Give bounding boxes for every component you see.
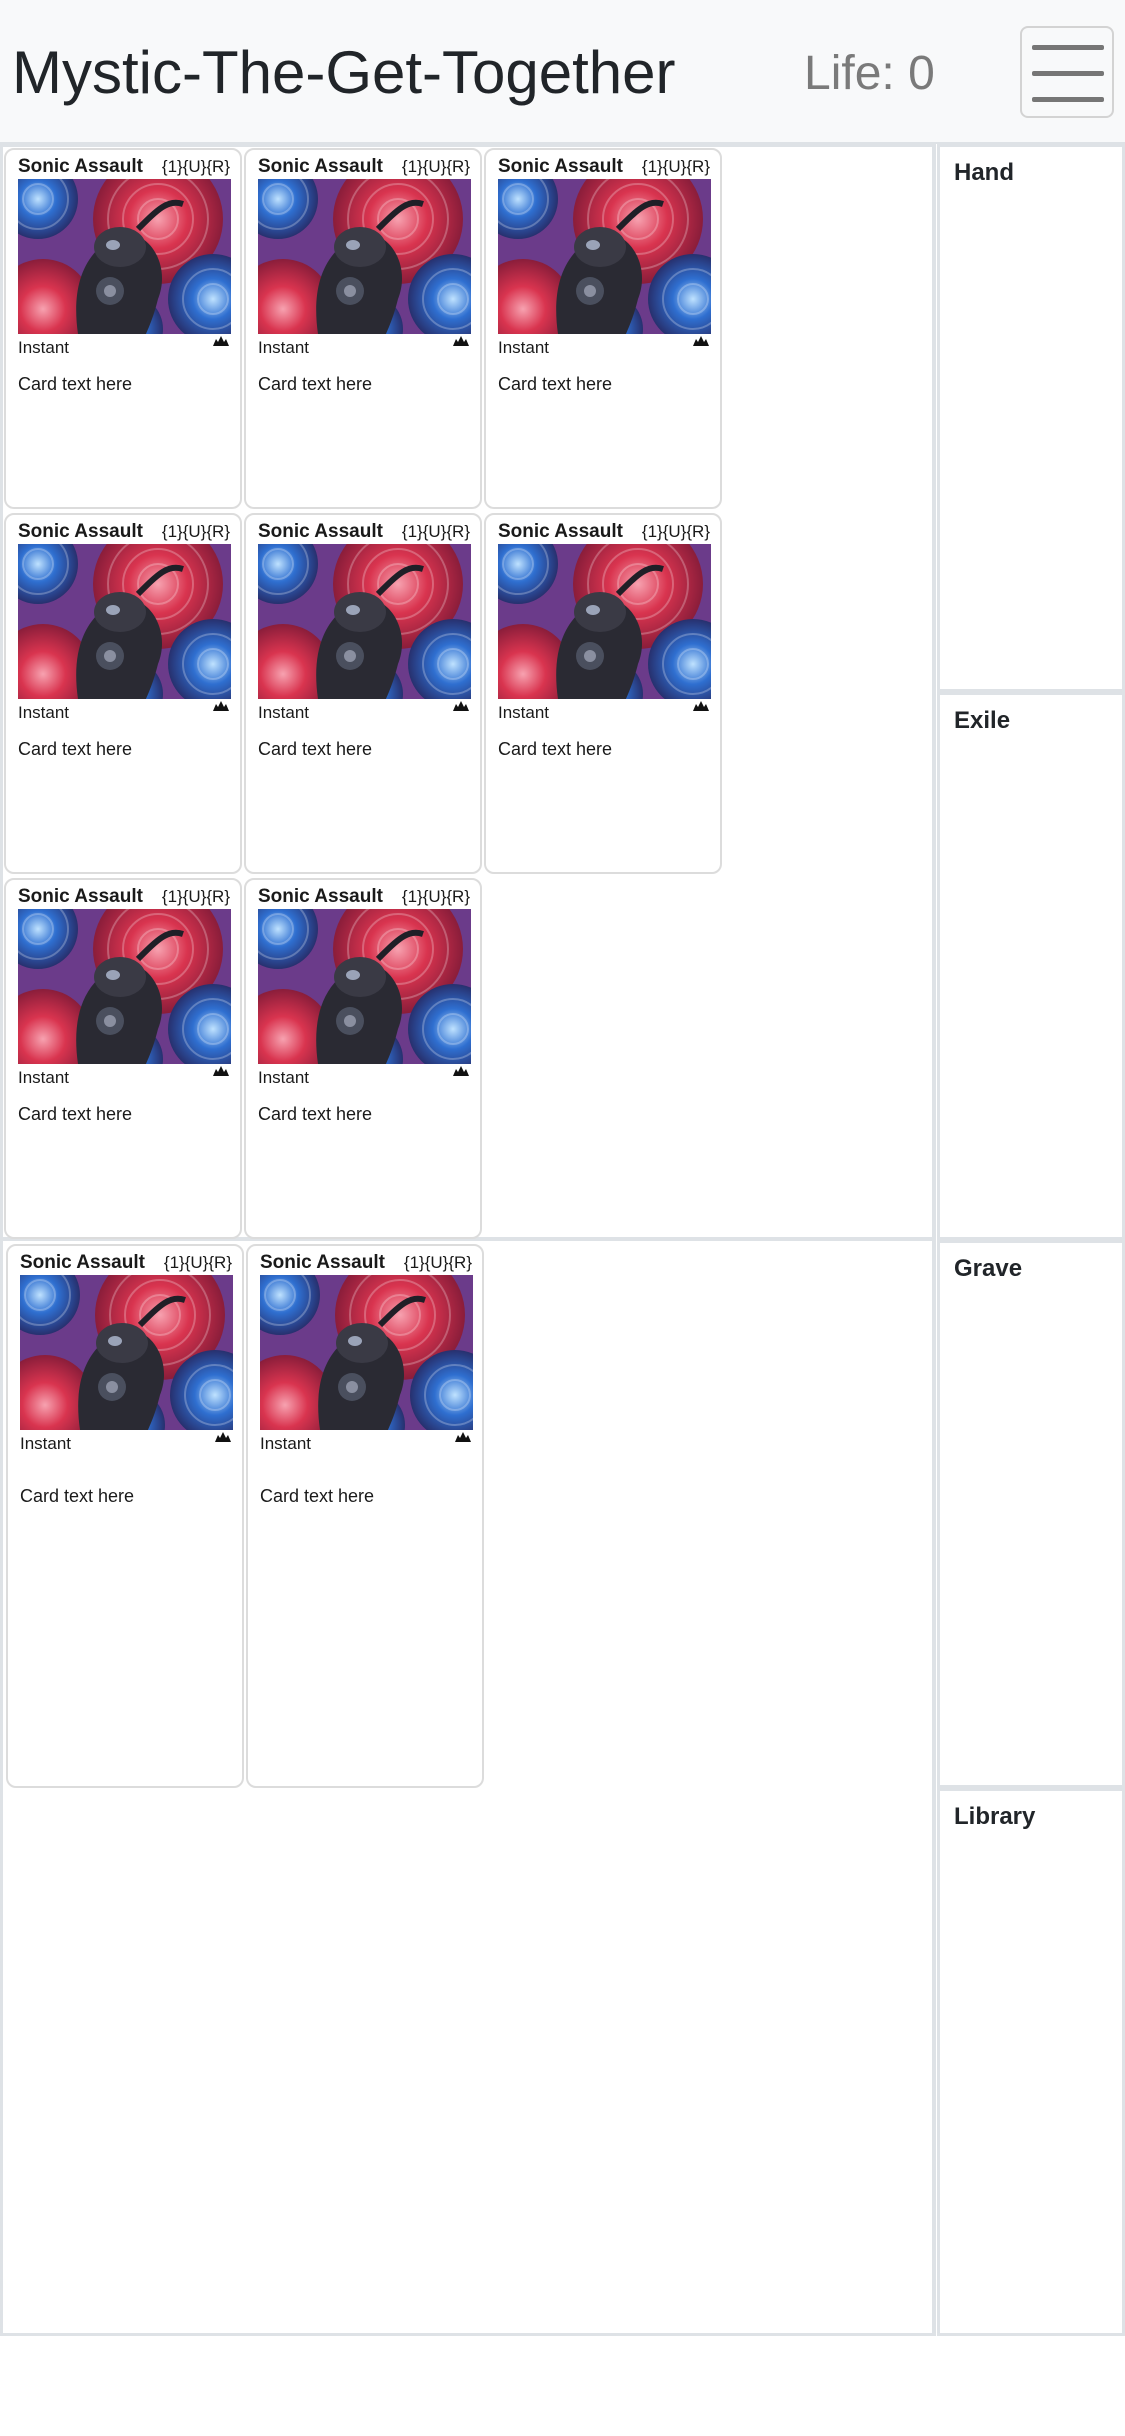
card-type-line: Instant <box>260 1434 312 1453</box>
card-mana-cost: {1}{U}{R} <box>161 157 230 176</box>
card-6[interactable]: Sonic Assault {1}{U}{R} Instant Card tex… <box>484 513 722 874</box>
card-name: Sonic Assault <box>20 1252 145 1273</box>
card-mana-cost: {1}{U}{R} <box>641 157 710 176</box>
menu-button[interactable] <box>1020 26 1114 118</box>
card-art-image <box>18 179 231 334</box>
card-rules-text: Card text here <box>18 739 133 759</box>
card-art-image <box>258 544 471 699</box>
set-symbol-icon <box>692 700 710 712</box>
card-name: Sonic Assault <box>260 1252 385 1273</box>
card-mana-cost: {1}{U}{R} <box>401 887 470 906</box>
card-mana-cost: {1}{U}{R} <box>161 887 230 906</box>
card-art-image <box>258 909 471 1064</box>
card-rules-text: Card text here <box>18 1104 133 1124</box>
card-rules-text: Card text here <box>18 374 133 394</box>
card-8[interactable]: Sonic Assault {1}{U}{R} Instant Card tex… <box>244 878 482 1239</box>
card-7[interactable]: Sonic Assault {1}{U}{R} Instant Card tex… <box>4 878 242 1239</box>
set-symbol-icon <box>212 335 230 347</box>
card-art-image <box>18 909 231 1064</box>
card-4[interactable]: Sonic Assault {1}{U}{R} Instant Card tex… <box>4 513 242 874</box>
exile-zone[interactable]: Exile <box>937 692 1125 1240</box>
card-type-line: Instant <box>18 703 70 722</box>
card-mana-cost: {1}{U}{R} <box>163 1253 232 1272</box>
card-name: Sonic Assault <box>258 521 383 542</box>
card-rules-text: Card text here <box>498 374 613 394</box>
card-name: Sonic Assault <box>498 156 623 177</box>
set-symbol-icon <box>452 1065 470 1077</box>
card-art-image <box>260 1275 473 1430</box>
card-type-line: Instant <box>18 1068 70 1087</box>
set-symbol-icon <box>692 335 710 347</box>
card-rules-text: Card text here <box>498 739 613 759</box>
card-name: Sonic Assault <box>498 521 623 542</box>
card-type-line: Instant <box>498 703 550 722</box>
card-mana-cost: {1}{U}{R} <box>401 522 470 541</box>
card-art-image <box>258 179 471 334</box>
card-art-image <box>498 544 711 699</box>
card-type-line: Instant <box>258 703 310 722</box>
hand-zone[interactable]: Hand <box>937 144 1125 692</box>
card-rules-text: Card text here <box>258 374 373 394</box>
card-art-image <box>18 544 231 699</box>
hand-zone-title: Hand <box>954 159 1014 186</box>
card-mana-cost: {1}{U}{R} <box>401 157 470 176</box>
card-rules-text: Card text here <box>20 1486 135 1506</box>
card-name: Sonic Assault <box>258 156 383 177</box>
card-art-image <box>498 179 711 334</box>
library-zone-title: Library <box>954 1803 1036 1830</box>
card-rules-text: Card text here <box>258 1104 373 1124</box>
card-type-line: Instant <box>20 1434 72 1453</box>
card-mana-cost: {1}{U}{R} <box>403 1253 472 1272</box>
card-type-line: Instant <box>258 338 310 357</box>
card-rules-text: Card text here <box>260 1486 375 1506</box>
card-type-line: Instant <box>18 338 70 357</box>
card-name: Sonic Assault <box>258 886 383 907</box>
card-name: Sonic Assault <box>18 886 143 907</box>
card-mana-cost: {1}{U}{R} <box>641 522 710 541</box>
card-9[interactable]: Sonic Assault {1}{U}{R} Instant Card tex… <box>6 1244 244 1788</box>
card-art-image <box>20 1275 233 1430</box>
card-mana-cost: {1}{U}{R} <box>161 522 230 541</box>
card-type-line: Instant <box>498 338 550 357</box>
card-name: Sonic Assault <box>18 156 143 177</box>
card-rules-text: Card text here <box>258 739 373 759</box>
card-3[interactable]: Sonic Assault {1}{U}{R} Instant Card tex… <box>484 148 722 509</box>
card-5[interactable]: Sonic Assault {1}{U}{R} Instant Card tex… <box>244 513 482 874</box>
set-symbol-icon <box>454 1431 472 1443</box>
card-2[interactable]: Sonic Assault {1}{U}{R} Instant Card tex… <box>244 148 482 509</box>
life-counter[interactable]: Life: 0 <box>804 44 935 104</box>
grave-zone[interactable]: Grave <box>937 1240 1125 1788</box>
set-symbol-icon <box>452 700 470 712</box>
set-symbol-icon <box>452 335 470 347</box>
library-zone[interactable]: Library <box>937 1788 1125 2336</box>
set-symbol-icon <box>214 1431 232 1443</box>
app-title: Mystic-The-Get-Together <box>12 39 676 106</box>
card-type-line: Instant <box>258 1068 310 1087</box>
top-navbar: Mystic-The-Get-Together Life: 0 <box>0 0 1125 144</box>
set-symbol-icon <box>212 1065 230 1077</box>
card-1[interactable]: Sonic Assault {1}{U}{R} Instant Card tex… <box>4 148 242 509</box>
set-symbol-icon <box>212 700 230 712</box>
grave-zone-title: Grave <box>954 1255 1023 1282</box>
exile-zone-title: Exile <box>954 707 1011 734</box>
card-10[interactable]: Sonic Assault {1}{U}{R} Instant Card tex… <box>246 1244 484 1788</box>
card-name: Sonic Assault <box>18 521 143 542</box>
